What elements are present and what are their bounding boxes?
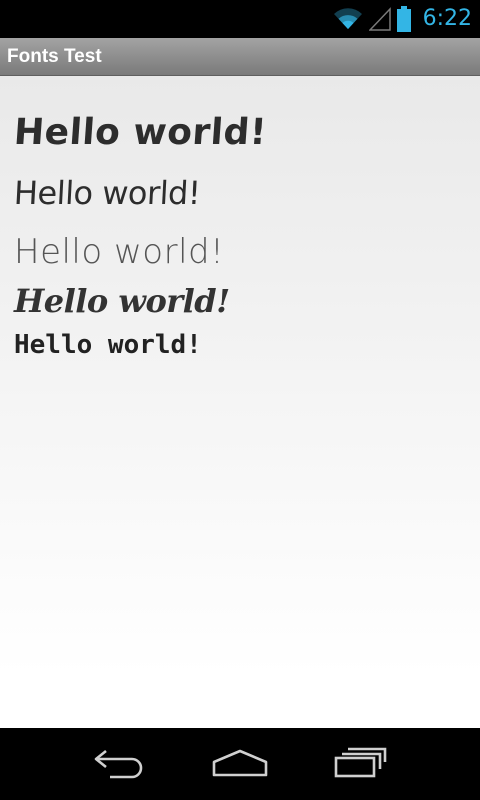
font-sample-2: Hello world! xyxy=(13,174,202,212)
action-bar: Fonts Test xyxy=(0,38,480,76)
font-sample-1: Hello world! xyxy=(12,112,269,153)
home-button[interactable] xyxy=(200,744,280,784)
battery-icon xyxy=(396,6,411,32)
font-sample-5: Hello world! xyxy=(14,330,202,360)
signal-icon xyxy=(368,7,391,31)
recent-apps-button[interactable] xyxy=(320,744,400,784)
home-icon xyxy=(211,745,269,783)
app-title: Fonts Test xyxy=(7,46,102,67)
clock: 6:22 xyxy=(422,6,472,31)
font-sample-4: Hello world! xyxy=(14,282,230,320)
wifi-icon xyxy=(333,7,363,31)
navigation-bar xyxy=(0,728,480,800)
status-bar: 6:22 xyxy=(0,0,480,38)
status-icons: 6:22 xyxy=(333,4,472,34)
back-icon xyxy=(92,745,148,783)
font-sample-3: Hello world! xyxy=(14,232,225,272)
recent-apps-icon xyxy=(332,745,388,783)
back-button[interactable] xyxy=(80,744,160,784)
main-content: Hello world! Hello world! Hello world! H… xyxy=(0,76,480,728)
